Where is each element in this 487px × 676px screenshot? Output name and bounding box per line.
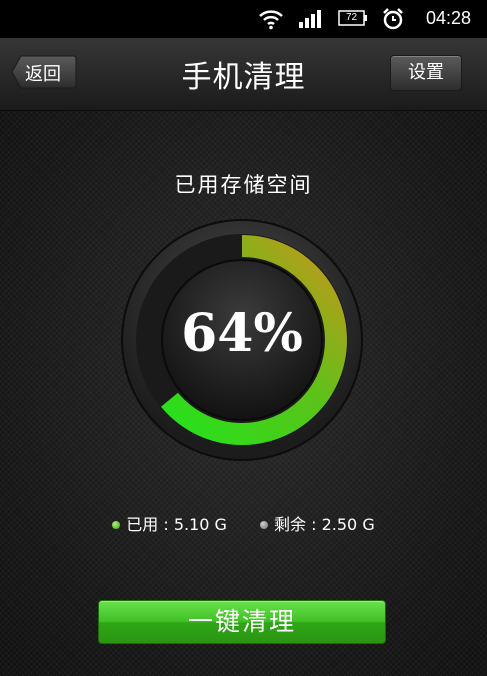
battery-level: 72: [345, 12, 358, 23]
wifi-icon: [259, 10, 283, 30]
storage-legend: 已用 : 5.10 G 剩余 : 2.50 G: [0, 511, 487, 535]
signal-icon: [299, 10, 321, 28]
free-dot-icon: [260, 520, 269, 529]
battery-icon: 72: [338, 10, 368, 26]
legend-free-label: 剩余 : 2.50 G: [274, 515, 375, 534]
status-bar: 72 04:28: [0, 0, 487, 38]
storage-section-title: 已用存储空间: [174, 173, 313, 197]
legend-free: 剩余 : 2.50 G: [260, 511, 375, 535]
used-dot-icon: [112, 520, 121, 529]
clock-time: 04:28: [425, 8, 471, 28]
legend-used: 已用 : 5.10 G: [112, 511, 227, 535]
settings-button[interactable]: 设置: [390, 55, 462, 91]
app-header: 返回 手机清理 设置: [0, 38, 487, 111]
gauge-percent-text: 64%: [181, 303, 303, 364]
storage-gauge: 64%: [117, 215, 367, 465]
main-content: 已用存储空间 64% 已用: 5.10 G 剩余: 2.50 G 一键清理: [0, 111, 487, 676]
one-click-clean-button[interactable]: 一键清理: [98, 600, 386, 644]
alarm-icon: [383, 8, 403, 30]
legend-used-label: 已用 : 5.10 G: [126, 515, 227, 534]
